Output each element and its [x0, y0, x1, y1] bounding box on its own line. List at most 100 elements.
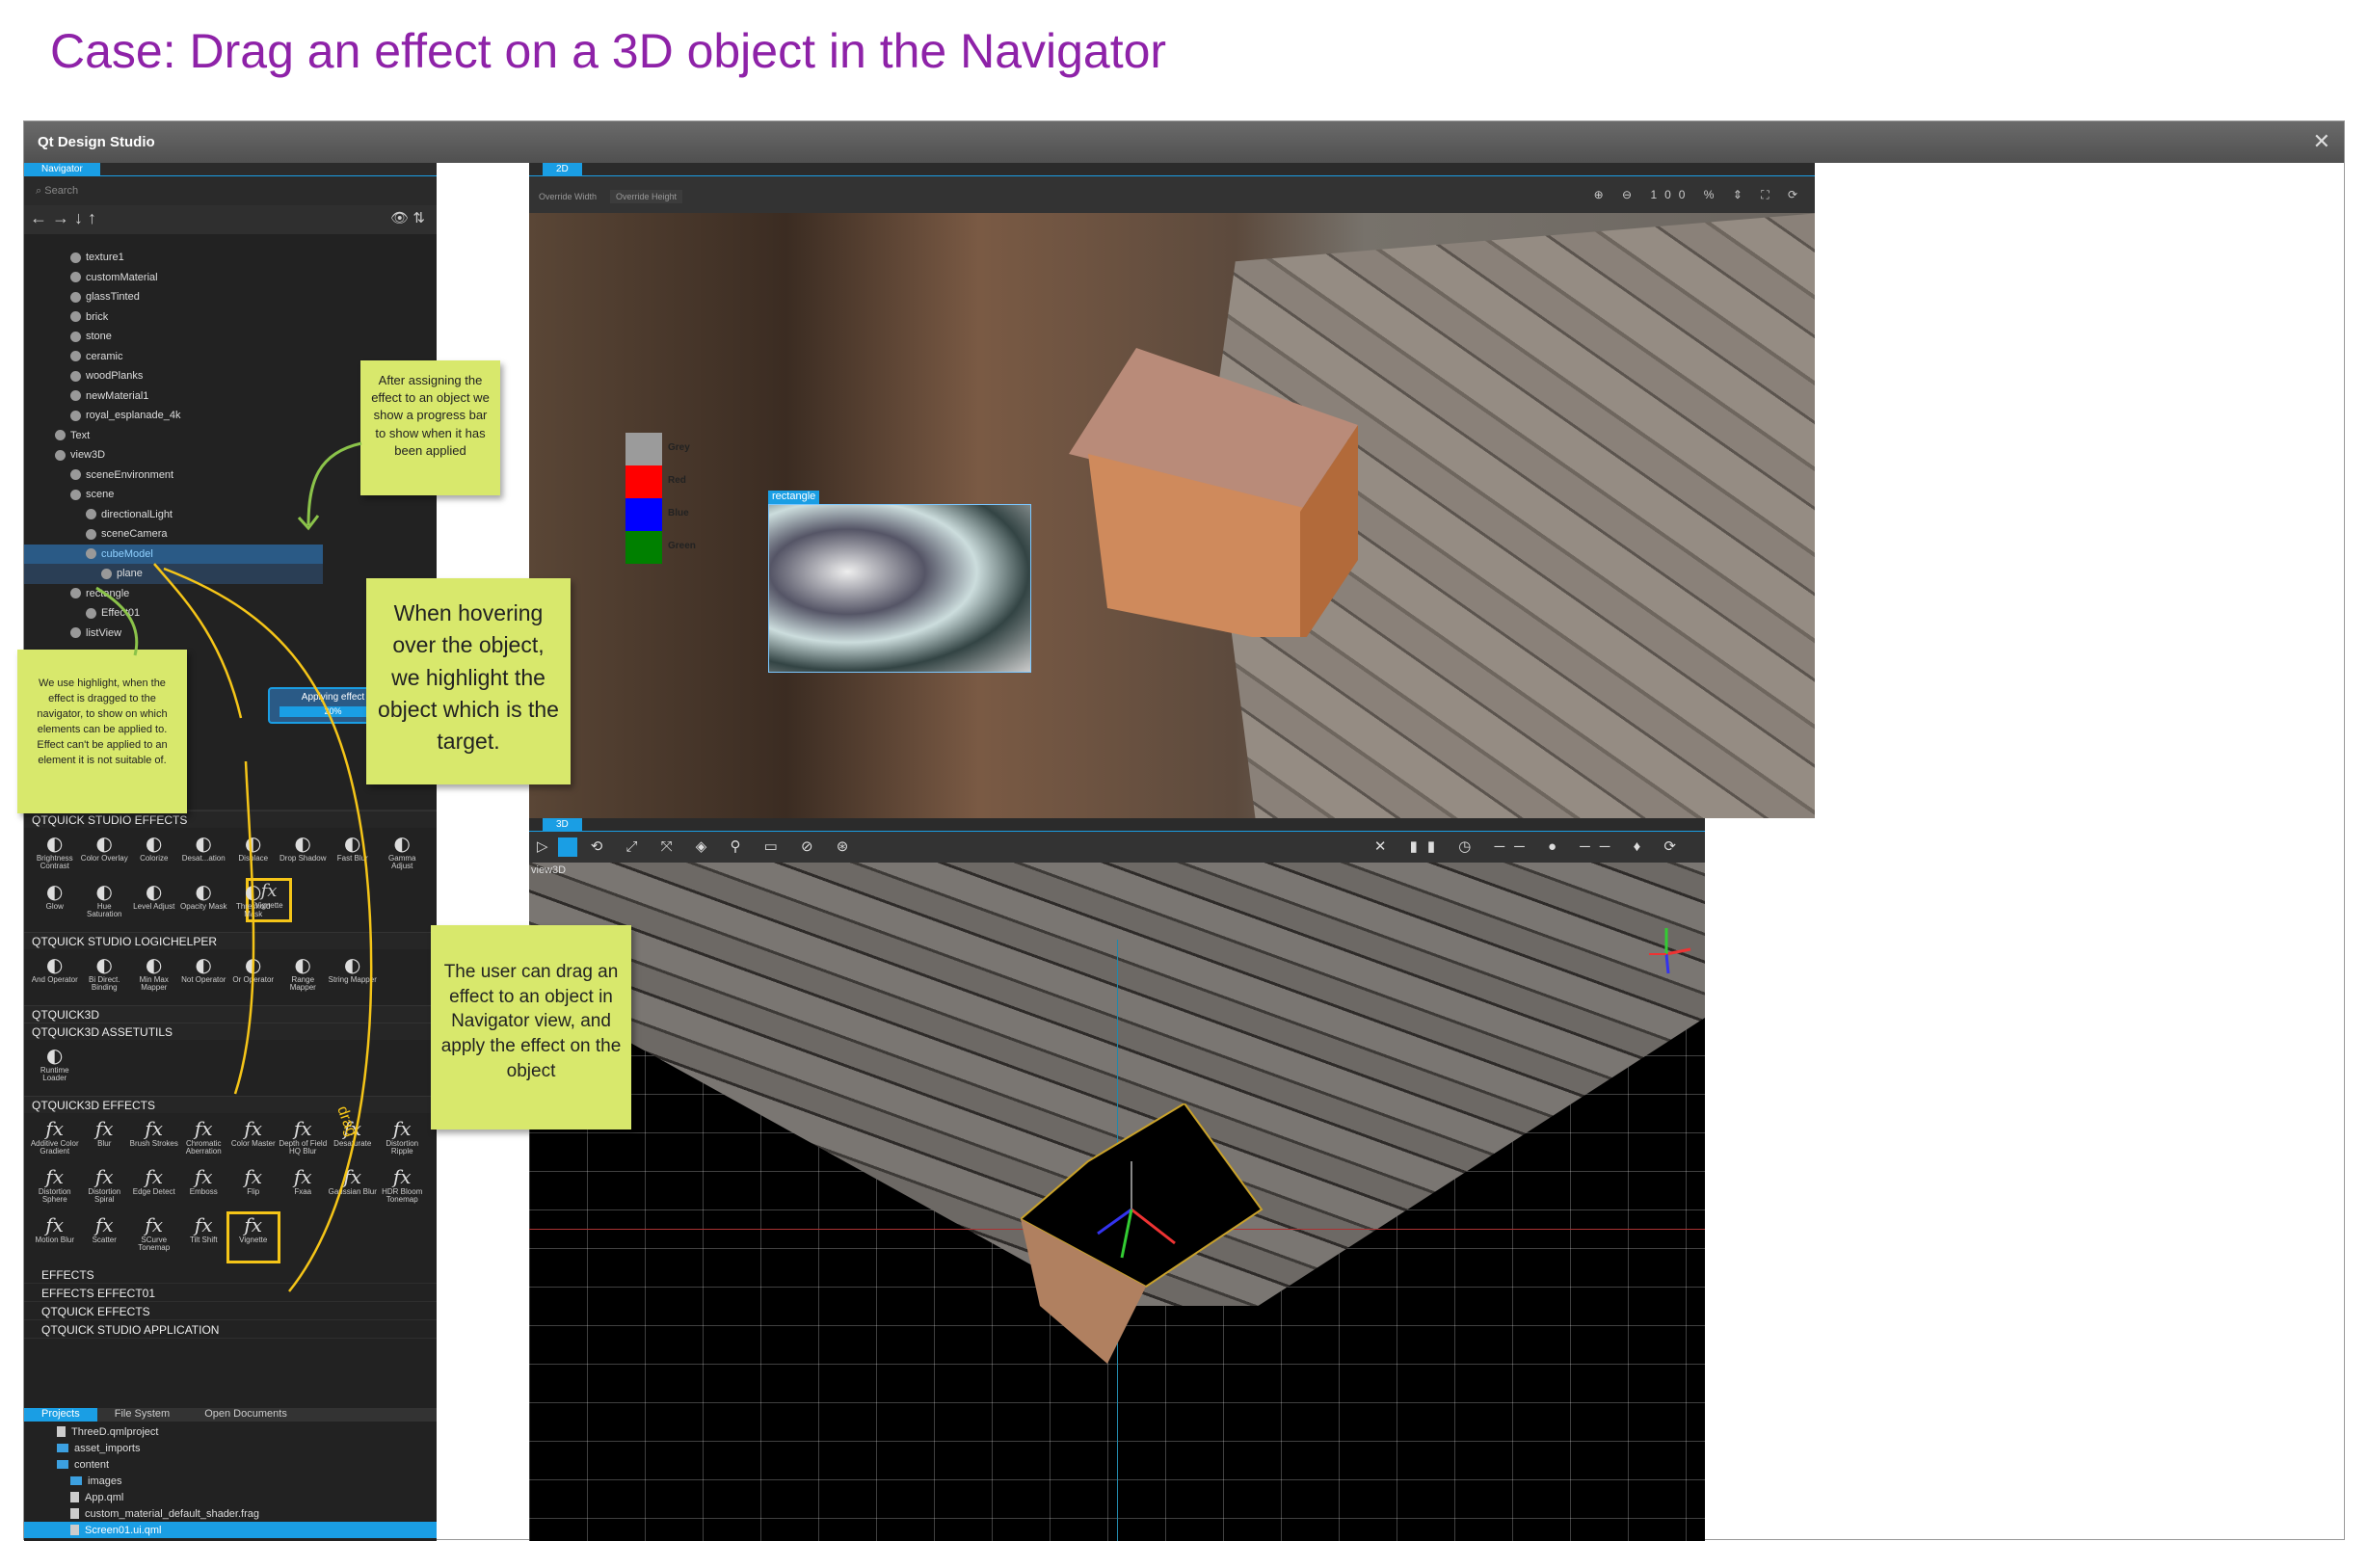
- cube-3d[interactable]: [1021, 1103, 1271, 1364]
- library-collapsed-section[interactable]: EFFECTS: [24, 1265, 437, 1284]
- tree-item[interactable]: customMaterial: [24, 268, 437, 288]
- library-item[interactable]: ◐ String Mapper: [328, 953, 378, 1001]
- navigator-search[interactable]: ⌕ Search: [24, 176, 437, 205]
- library-item[interactable]: ◐ Runtime Loader: [30, 1044, 80, 1092]
- color-swatch[interactable]: [625, 465, 662, 498]
- library-item[interactable]: ◐ Color Overlay: [80, 832, 130, 880]
- project-item[interactable]: ThreeD.qmlproject: [24, 1423, 437, 1440]
- library-item[interactable]: ◐ Glow: [30, 880, 80, 928]
- fx-icon: fx: [194, 1117, 213, 1140]
- library-collapsed-section[interactable]: QTQUICK EFFECTS: [24, 1302, 437, 1320]
- library-item[interactable]: ◐ Not Operator: [179, 953, 229, 1001]
- visibility-sort-icons[interactable]: 👁 ⇅: [390, 209, 425, 226]
- library-item[interactable]: ◐ Bi Direct. Binding: [80, 953, 130, 1001]
- project-item[interactable]: content: [24, 1456, 437, 1473]
- library-item[interactable]: fx Brush Strokes: [129, 1117, 179, 1165]
- library-item[interactable]: fx Fxaa: [279, 1165, 329, 1213]
- select-icon[interactable]: ▷: [537, 838, 558, 855]
- zoom-level[interactable]: 100 %: [1650, 188, 1721, 201]
- close-icon[interactable]: ✕: [2313, 129, 2330, 154]
- library-section-header[interactable]: QTQUICK STUDIO LOGICHELPER: [24, 932, 437, 949]
- library-item[interactable]: fx HDR Bloom Tonemap: [378, 1165, 428, 1213]
- tree-item[interactable]: texture1: [24, 248, 437, 268]
- library-collapsed-section[interactable]: EFFECTS EFFECT01: [24, 1284, 437, 1302]
- project-item[interactable]: App.qml: [24, 1489, 437, 1505]
- library-item[interactable]: fx Scatter: [80, 1213, 130, 1262]
- tab-2d[interactable]: 2D: [543, 163, 582, 176]
- canvas-3d[interactable]: view3D: [529, 863, 1705, 1541]
- library-collapsed-section[interactable]: QTQUICK STUDIO APPLICATION: [24, 1320, 437, 1339]
- library-item[interactable]: fx Distortion Spiral: [80, 1165, 130, 1213]
- library-item[interactable]: fx Distortion Sphere: [30, 1165, 80, 1213]
- tab-navigator[interactable]: Navigator: [24, 163, 100, 176]
- library-item[interactable]: fx Emboss: [179, 1165, 229, 1213]
- library-item[interactable]: ◐ Min Max Mapper: [129, 953, 179, 1001]
- library-item[interactable]: ◐ Brightness Contrast: [30, 832, 80, 880]
- library-item[interactable]: ◐ Desat...ation: [179, 832, 229, 880]
- library-item[interactable]: fx Motion Blur: [30, 1213, 80, 1262]
- right-tools[interactable]: ✕ ▮▮ ◷ ── ● ── ♦ ⟳: [1374, 837, 1686, 855]
- canvas-2d[interactable]: Grey Red Blue Green rectangle: [529, 213, 1815, 818]
- library-item[interactable]: fx Chromatic Aberration: [179, 1117, 229, 1165]
- node-icon: [70, 370, 81, 382]
- project-item[interactable]: images: [24, 1473, 437, 1489]
- library-item[interactable]: ◐ Opacity Mask: [179, 880, 229, 928]
- tree-item[interactable]: brick: [24, 307, 437, 328]
- library-item[interactable]: fx Edge Detect: [129, 1165, 179, 1213]
- library-item[interactable]: fx Vignette: [226, 1211, 280, 1263]
- library-item[interactable]: ◐ Drop Shadow: [279, 832, 329, 880]
- project-tab[interactable]: Open Documents: [187, 1408, 305, 1422]
- library-item[interactable]: ◐ Colorize: [129, 832, 179, 880]
- tree-item[interactable]: stone: [24, 327, 437, 347]
- library-item[interactable]: fx Flip: [228, 1165, 279, 1213]
- file-icon: [57, 1426, 66, 1437]
- project-item[interactable]: Screen01.ui.qml: [24, 1522, 437, 1538]
- move-tool-button[interactable]: [557, 837, 577, 858]
- arrow-tools[interactable]: ← → ↓ ↑: [30, 208, 96, 227]
- library-item[interactable]: fx Gaussian Blur: [328, 1165, 378, 1213]
- tab-3d[interactable]: 3D: [543, 818, 582, 832]
- library-item[interactable]: fx Tilt Shift: [179, 1213, 229, 1262]
- rectangle-item[interactable]: [768, 504, 1031, 673]
- library-item[interactable]: ◐ Level Adjust: [129, 880, 179, 928]
- library-item[interactable]: ◐ Gamma Adjust: [378, 832, 428, 880]
- tree-item[interactable]: plane: [24, 564, 323, 584]
- library-item[interactable]: ◐ Threshold Mask: [228, 880, 279, 928]
- tree-item[interactable]: cubeModel: [24, 544, 323, 564]
- library-item[interactable]: ◐ Fast Blur: [328, 832, 378, 880]
- zoom-controls[interactable]: ⊕ ⊖ 100 % ⇕ ⛶ ⟳: [1594, 188, 1805, 202]
- fx-icon: fx: [94, 1165, 114, 1188]
- search-input[interactable]: Search: [44, 185, 78, 197]
- library-item[interactable]: ◐ Displace: [228, 832, 279, 880]
- library-item[interactable]: ◐ Or Operator: [228, 953, 279, 1001]
- project-tab[interactable]: File System: [97, 1408, 187, 1422]
- library-item[interactable]: fx Distortion Ripple: [378, 1117, 428, 1165]
- library-item[interactable]: ◐ Hue Saturation: [80, 880, 130, 928]
- color-swatch[interactable]: [625, 433, 662, 465]
- tree-item[interactable]: sceneCamera: [24, 524, 437, 545]
- tool-icons[interactable]: ⟲ ⤢ ⤧ ◈ ⚲ ▭ ⊘ ⊛: [591, 838, 859, 855]
- project-item[interactable]: asset_imports: [24, 1440, 437, 1456]
- tree-item[interactable]: glassTinted: [24, 287, 437, 307]
- library-item[interactable]: fx Depth of Field HQ Blur: [279, 1117, 329, 1165]
- library-item[interactable]: ◐ And Operator: [30, 953, 80, 1001]
- project-item[interactable]: custom_material_default_shader.frag: [24, 1505, 437, 1522]
- color-swatch[interactable]: [625, 531, 662, 564]
- library-section-header[interactable]: QTQUICK3D: [24, 1005, 437, 1023]
- library-item[interactable]: ◐ Range Mapper: [279, 953, 329, 1001]
- library-item[interactable]: fx Color Master: [228, 1117, 279, 1165]
- override-height-field[interactable]: Override Height: [610, 190, 683, 203]
- project-tab[interactable]: Projects: [24, 1408, 97, 1422]
- cube-2d[interactable]: [1069, 348, 1358, 637]
- library-item[interactable]: fx Desaturate: [328, 1117, 378, 1165]
- override-width-field[interactable]: Override Width: [533, 190, 602, 203]
- color-swatch[interactable]: [625, 498, 662, 531]
- library-section-header[interactable]: QTQUICK3D EFFECTS: [24, 1096, 437, 1113]
- library-item[interactable]: fx Additive Color Gradient: [30, 1117, 80, 1165]
- library-section-header[interactable]: QTQUICK3D ASSETUTILS: [24, 1023, 437, 1040]
- tree-item[interactable]: directionalLight: [24, 505, 437, 525]
- library-item[interactable]: fx SCurve Tonemap: [129, 1213, 179, 1262]
- library-item-label: Fxaa: [294, 1187, 312, 1196]
- orientation-gizmo[interactable]: [1647, 920, 1695, 978]
- library-item[interactable]: fx Blur: [80, 1117, 130, 1165]
